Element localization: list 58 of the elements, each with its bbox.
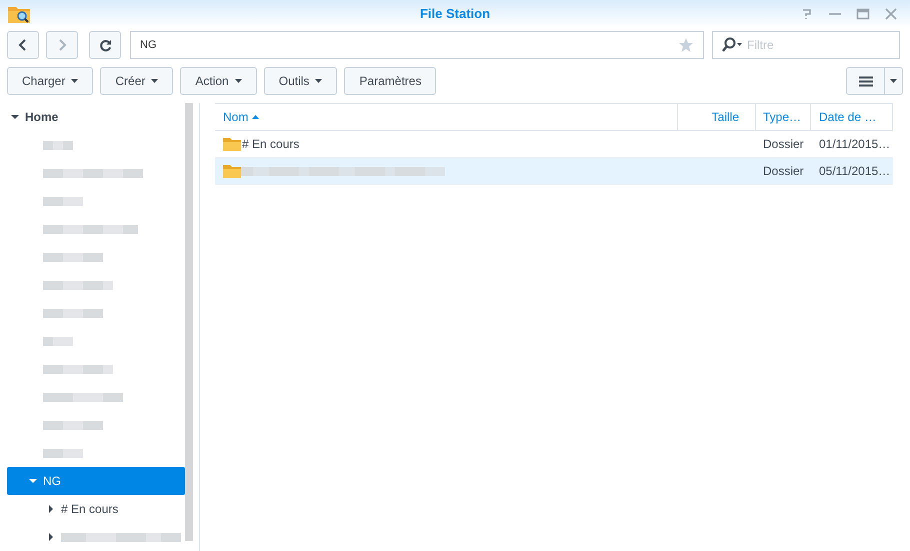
- file-date: 05/11/2015…: [818, 163, 892, 180]
- path-field[interactable]: NG: [130, 31, 704, 59]
- sort-ascending-icon: [252, 115, 260, 119]
- toolbar-button[interactable]: Outils: [264, 67, 338, 95]
- close-icon[interactable]: [884, 7, 898, 21]
- column-header[interactable]: Taille: [678, 104, 756, 130]
- scrollbar[interactable]: [185, 103, 193, 541]
- filter-box[interactable]: Filtre: [712, 31, 900, 59]
- blurred-label: [43, 364, 113, 374]
- caret-icon: [151, 79, 158, 83]
- refresh-icon: [98, 38, 112, 52]
- caret-icon[interactable]: [47, 505, 55, 513]
- star-icon[interactable]: [678, 37, 694, 53]
- toolbar-button[interactable]: Action: [180, 67, 257, 95]
- file-type: Dossier: [762, 163, 805, 180]
- tree-item[interactable]: # En cours: [7, 495, 185, 523]
- toolbar-button[interactable]: Paramètres: [344, 67, 436, 95]
- file-type: Dossier: [762, 136, 805, 153]
- column-header[interactable]: Nom: [215, 104, 678, 130]
- filter-field[interactable]: Filtre: [747, 36, 887, 54]
- chevron-left-icon: [18, 39, 28, 51]
- refresh-button[interactable]: [89, 31, 121, 59]
- back-button[interactable]: [7, 31, 39, 59]
- forward-button[interactable]: [46, 31, 78, 59]
- blurred-label: [43, 196, 83, 206]
- blurred-label: [43, 420, 103, 430]
- column-header[interactable]: Date de …: [811, 104, 893, 130]
- blurred-label: [43, 280, 113, 290]
- blurred-label: [43, 140, 73, 150]
- table-row[interactable]: Dossier 05/11/2015…: [215, 158, 893, 185]
- help-icon[interactable]: [800, 7, 814, 21]
- caret-icon: [234, 79, 242, 83]
- tree-item[interactable]: NG: [7, 467, 185, 495]
- blurred-label: [43, 448, 83, 458]
- blurred-label: [43, 308, 103, 318]
- file-name: # En cours: [242, 136, 300, 153]
- caret-icon: [890, 79, 897, 83]
- blurred-label: [43, 336, 73, 346]
- maximize-icon[interactable]: [856, 7, 870, 21]
- toolbar-button[interactable]: Charger: [7, 67, 94, 95]
- list-icon: [858, 76, 872, 86]
- view-toggle-button[interactable]: [846, 67, 903, 95]
- column-header[interactable]: Type…: [756, 104, 811, 130]
- blurred-label: [43, 252, 103, 262]
- folder-icon: [223, 137, 241, 151]
- chevron-right-icon: [57, 39, 67, 51]
- caret-icon[interactable]: [29, 477, 37, 485]
- window-title: File Station: [420, 5, 490, 24]
- folder-search-icon: [7, 4, 31, 24]
- caret-icon: [315, 79, 322, 83]
- folder-icon: [223, 164, 241, 178]
- tree-item[interactable]: Home: [7, 103, 185, 131]
- file-date: 01/11/2015…: [818, 136, 892, 153]
- caret-icon[interactable]: [47, 533, 55, 541]
- caret-icon: [71, 79, 78, 83]
- search-icon[interactable]: [721, 37, 743, 53]
- toolbar-button[interactable]: Créer: [100, 67, 174, 95]
- caret-icon[interactable]: [11, 113, 19, 121]
